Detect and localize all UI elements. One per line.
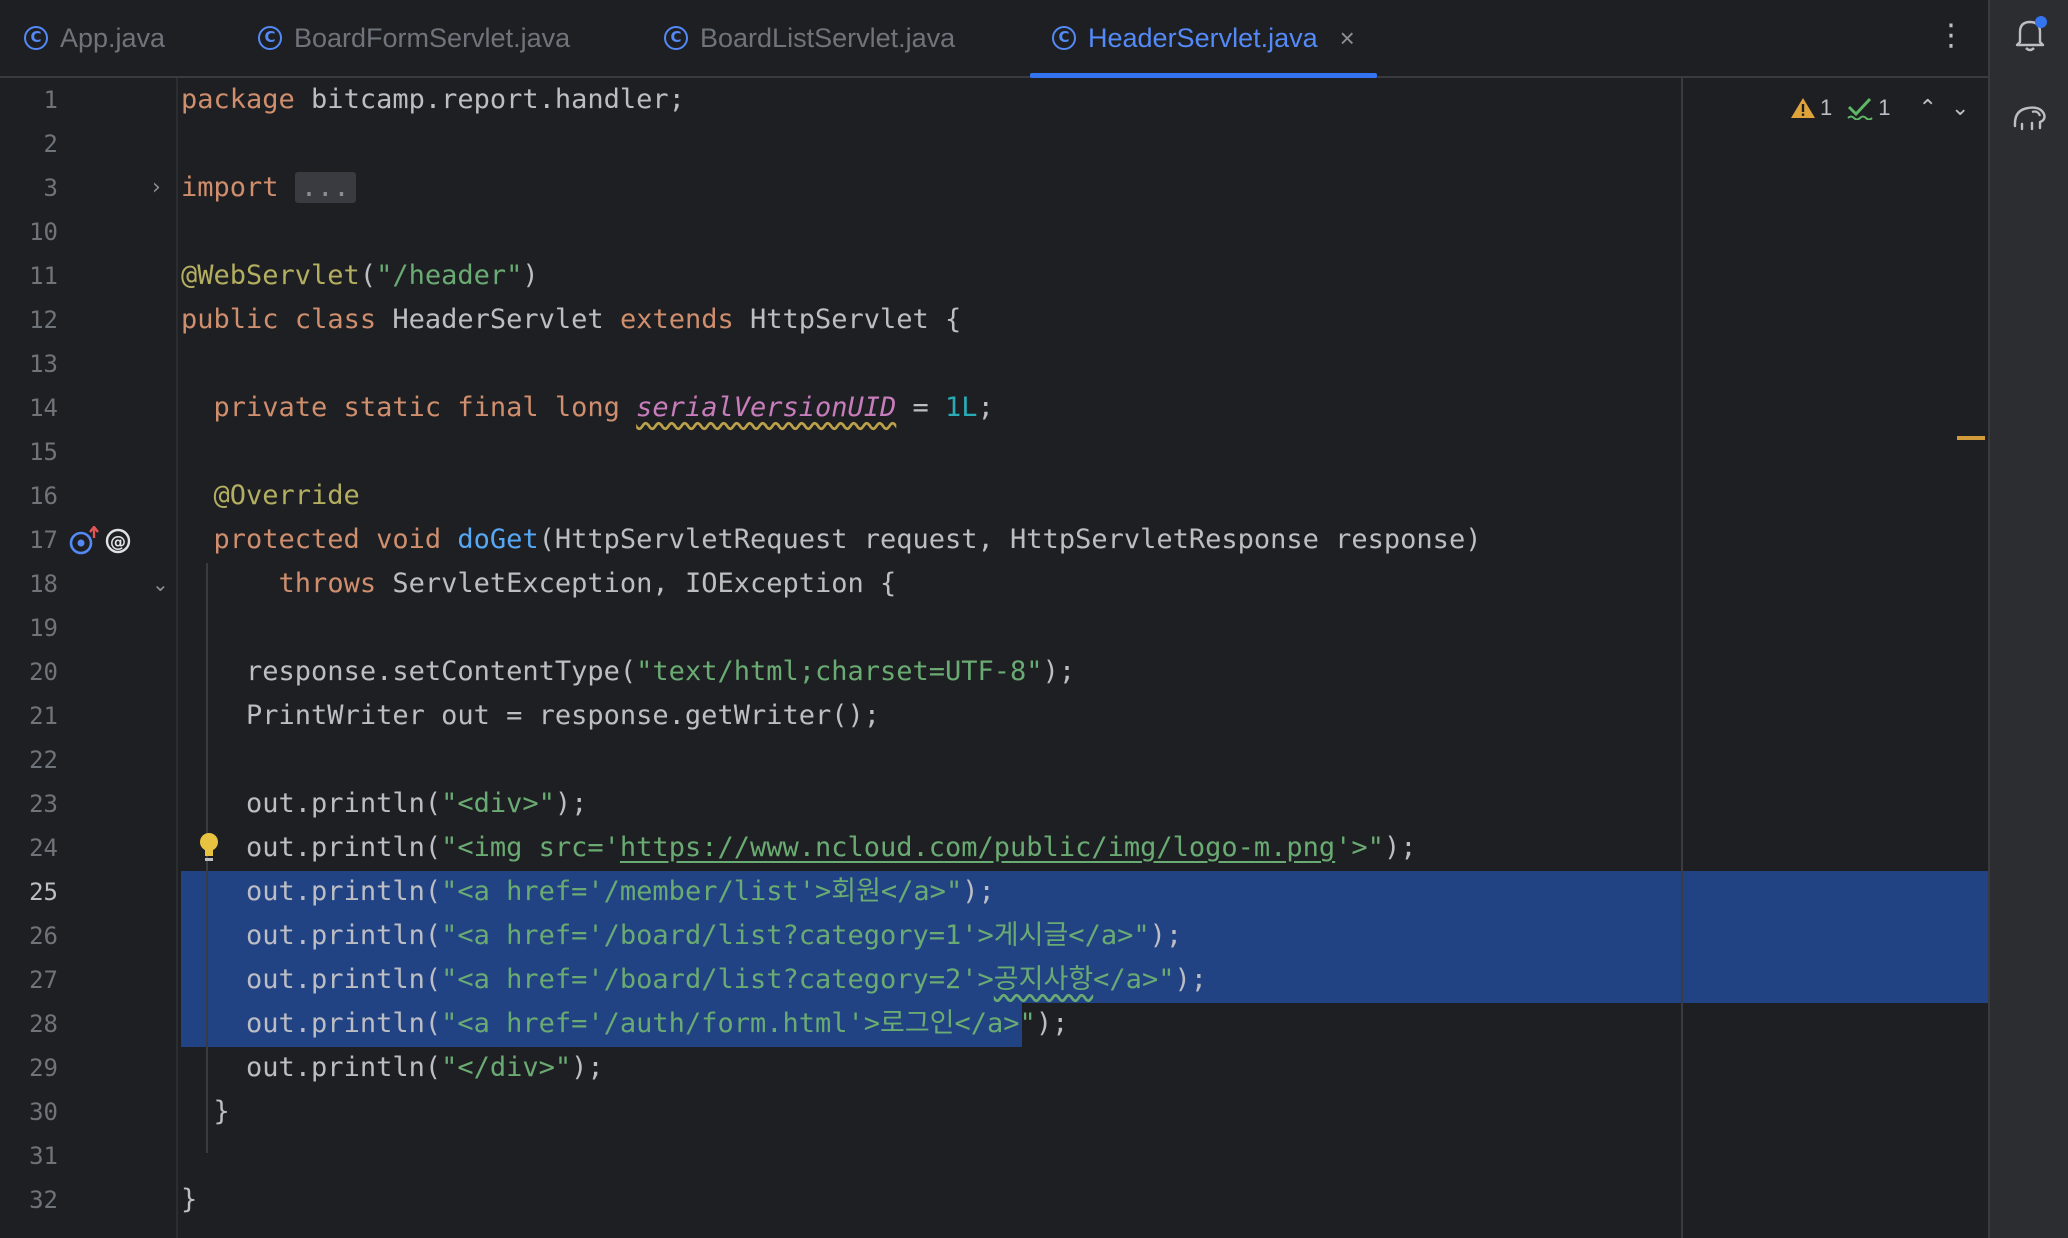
tab-label: BoardListServlet.java bbox=[700, 22, 956, 53]
code-text: PrintWriter out = response.getWriter(); bbox=[246, 700, 880, 731]
line-number: 19 bbox=[29, 614, 58, 642]
code-line: 18 ⌄ throws ServletException, IOExceptio… bbox=[0, 562, 1988, 606]
code-line: 31 bbox=[0, 1134, 1988, 1178]
code-text: out.println("<a href='/board/list?catego… bbox=[246, 964, 1207, 995]
code-text: out.println("<a href='/auth/form.html'>로… bbox=[246, 1008, 1069, 1039]
code-line: 27 out.println("<a href='/board/list?cat… bbox=[0, 958, 1988, 1002]
tab-label: App.java bbox=[60, 22, 166, 53]
code-text: throws ServletException, IOException { bbox=[278, 568, 897, 599]
code-text: response.setContentType("text/html;chars… bbox=[246, 656, 1076, 687]
code-line: 3 › import ... bbox=[0, 166, 1988, 210]
folded-imports[interactable]: ... bbox=[294, 172, 356, 203]
code-line: 30 } bbox=[0, 1090, 1988, 1134]
code-line: 24 out.println("<img src='https://www.nc… bbox=[0, 826, 1988, 870]
code-text: out.println("<div>"); bbox=[246, 788, 588, 819]
line-number: 26 bbox=[29, 922, 58, 950]
line-number: 22 bbox=[29, 746, 58, 774]
line-number: 25 bbox=[29, 878, 58, 906]
code-text: out.println("<a href='/member/list'>회원</… bbox=[246, 876, 995, 907]
code-text: protected void doGet(HttpServletRequest … bbox=[213, 524, 1482, 555]
line-number: 29 bbox=[29, 1054, 58, 1082]
code-line: 19 bbox=[0, 606, 1988, 650]
java-class-icon bbox=[258, 26, 282, 50]
right-tool-strip bbox=[1988, 0, 2068, 1238]
tab-app-java[interactable]: App.java bbox=[24, 0, 165, 76]
line-number: 24 bbox=[29, 834, 58, 862]
line-number: 17 bbox=[29, 526, 58, 554]
line-number: 15 bbox=[29, 438, 58, 466]
code-text: import ... bbox=[181, 166, 356, 210]
code-text: private static final long serialVersionU… bbox=[213, 392, 994, 423]
code-text: public class HeaderServlet extends HttpS… bbox=[181, 304, 962, 335]
line-number: 30 bbox=[29, 1098, 58, 1126]
code-line: 2 bbox=[0, 122, 1988, 166]
line-number: 2 bbox=[43, 130, 58, 158]
svg-text:@: @ bbox=[110, 532, 126, 551]
notifications-bell-icon[interactable] bbox=[2010, 14, 2050, 54]
java-class-icon bbox=[1052, 26, 1076, 50]
line-number: 10 bbox=[29, 218, 58, 246]
code-line: 21 PrintWriter out = response.getWriter(… bbox=[0, 694, 1988, 738]
code-text: @WebServlet("/header") bbox=[181, 260, 539, 291]
line-number: 32 bbox=[29, 1186, 58, 1214]
overrides-method-icon[interactable] bbox=[68, 526, 100, 556]
line-number: 14 bbox=[29, 394, 58, 422]
code-text: out.println("</div>"); bbox=[246, 1052, 604, 1083]
java-class-icon bbox=[24, 26, 48, 50]
code-line: 28 out.println("<a href='/auth/form.html… bbox=[0, 1002, 1988, 1046]
line-number: 27 bbox=[29, 966, 58, 994]
code-line: 13 bbox=[0, 342, 1988, 386]
code-line: 29 out.println("</div>"); bbox=[0, 1046, 1988, 1090]
close-icon[interactable]: × bbox=[1340, 23, 1355, 54]
line-number: 18 bbox=[29, 570, 58, 598]
fold-collapse-icon[interactable]: ⌄ bbox=[152, 562, 169, 606]
code-line: 17 @ protected void doGet(HttpServletReq… bbox=[0, 518, 1988, 562]
code-line: 26 out.println("<a href='/board/list?cat… bbox=[0, 914, 1988, 958]
code-line: 11 @WebServlet("/header") bbox=[0, 254, 1988, 298]
java-class-icon bbox=[664, 26, 688, 50]
tab-label: BoardFormServlet.java bbox=[294, 22, 571, 53]
code-line: 22 bbox=[0, 738, 1988, 782]
code-line: 14 private static final long serialVersi… bbox=[0, 386, 1988, 430]
code-text: } bbox=[213, 1096, 230, 1127]
line-number: 16 bbox=[29, 482, 58, 510]
code-line: 16 @Override bbox=[0, 474, 1988, 518]
tab-label: HeaderServlet.java bbox=[1088, 22, 1318, 53]
code-line: 20 response.setContentType("text/html;ch… bbox=[0, 650, 1988, 694]
code-line: 23 out.println("<div>"); bbox=[0, 782, 1988, 826]
code-text: @Override bbox=[213, 480, 360, 511]
code-line-current: 25 out.println("<a href='/member/list'>회… bbox=[0, 870, 1988, 914]
code-line: 10 bbox=[0, 210, 1988, 254]
fold-expand-icon[interactable]: › bbox=[152, 166, 161, 210]
line-number: 13 bbox=[29, 350, 58, 378]
code-line: 15 bbox=[0, 430, 1988, 474]
tab-boardlistservlet-java[interactable]: BoardListServlet.java bbox=[664, 0, 955, 76]
line-number: 31 bbox=[29, 1142, 58, 1170]
line-number: 21 bbox=[29, 702, 58, 730]
code-line: 32 } bbox=[0, 1178, 1988, 1222]
line-number: 11 bbox=[29, 262, 58, 290]
at-endpoint-icon[interactable]: @ bbox=[104, 527, 132, 555]
code-line: 1 package bitcamp.report.handler; bbox=[0, 78, 1988, 122]
database-elephant-icon[interactable] bbox=[2010, 96, 2050, 136]
code-text: out.println("<a href='/board/list?catego… bbox=[246, 920, 1183, 951]
more-options-icon[interactable]: ⋮ bbox=[1936, 14, 1966, 58]
tab-boardformservlet-java[interactable]: BoardFormServlet.java bbox=[258, 0, 570, 76]
line-number: 20 bbox=[29, 658, 58, 686]
editor-tab-bar: App.java BoardFormServlet.java BoardList… bbox=[0, 0, 1988, 78]
line-number: 23 bbox=[29, 790, 58, 818]
code-editor[interactable]: 1 1 ⌃ ⌄ 1 package bitcamp.report.handler… bbox=[0, 78, 1988, 1238]
code-text: } bbox=[181, 1184, 198, 1215]
line-number: 28 bbox=[29, 1010, 58, 1038]
code-line: 12 public class HeaderServlet extends Ht… bbox=[0, 298, 1988, 342]
line-number: 12 bbox=[29, 306, 58, 334]
code-text: package bitcamp.report.handler; bbox=[181, 84, 685, 115]
tab-headerservlet-java[interactable]: HeaderServlet.java × bbox=[1030, 0, 1377, 78]
line-number: 1 bbox=[43, 86, 58, 114]
line-number: 3 bbox=[43, 174, 58, 202]
code-text: out.println("<img src='https://www.nclou… bbox=[246, 832, 1417, 863]
